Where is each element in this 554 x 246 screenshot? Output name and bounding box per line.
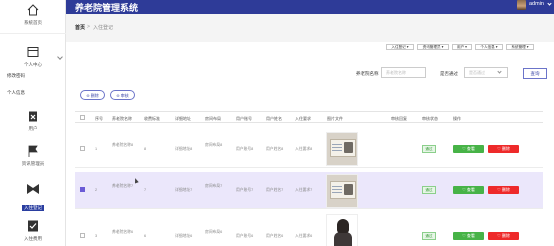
batch-delete-button[interactable]: ⊖ 删除 xyxy=(80,90,105,100)
row-requirement: 入住要求6 xyxy=(295,234,313,238)
search-review-select[interactable]: 是否通过 xyxy=(464,67,508,78)
delete-button[interactable]: ♡ 删除 xyxy=(488,145,519,153)
toolbar-menu-profile[interactable]: 个人信息 ▾ xyxy=(475,44,503,50)
column-header: 入住要求 xyxy=(295,116,311,121)
view-button[interactable]: ♡ 查看 xyxy=(453,232,484,240)
row-username: 用户姓名8 xyxy=(266,147,284,151)
column-header: 审核回复 xyxy=(391,116,407,121)
toolbar-menu-news-admin[interactable]: 资讯管理员 ▾ xyxy=(417,44,449,50)
checklist-icon xyxy=(28,220,38,232)
column-header: 序号 xyxy=(95,116,103,121)
toolbar-menu-system[interactable]: 系统管理 ▾ xyxy=(506,44,534,50)
toolbar-menu-checkin[interactable]: 入住登记 ▾ xyxy=(386,44,414,50)
column-header: 养老院名称 xyxy=(112,116,132,121)
status-badge: 通过 xyxy=(422,145,436,153)
clipboard-x-icon xyxy=(29,111,37,122)
row-username: 用户姓名7 xyxy=(266,188,284,192)
row-layout: 房间布局6 xyxy=(205,230,223,234)
row-layout: 房间布局8 xyxy=(205,143,223,147)
row-image-thumbnail[interactable] xyxy=(326,174,358,208)
row-address: 详细地址6 xyxy=(175,234,193,238)
row-address: 详细地址8 xyxy=(175,147,193,151)
column-header: 审核状态 xyxy=(422,116,438,121)
row-index: 1 xyxy=(95,147,98,151)
top-bar: 养老院管理系统 admin xyxy=(66,0,554,14)
column-header: 用户姓名 xyxy=(266,116,282,121)
column-header: 图片文件 xyxy=(327,116,343,121)
row-account: 用户账号8 xyxy=(236,147,254,151)
row-image-thumbnail[interactable] xyxy=(326,214,358,246)
sidebar-item-news-admin[interactable]: 资讯管理员 xyxy=(0,144,66,167)
toolbar-menu-users[interactable]: 用户 ▾ xyxy=(452,44,472,50)
sidebar-item-checkin[interactable]: 入住登记 xyxy=(0,182,66,214)
sidebar-item-label: 系统首页 xyxy=(24,20,42,25)
row-checkbox[interactable] xyxy=(80,146,85,151)
column-header: 操作 xyxy=(453,116,461,121)
sidebar-item-label: 入住登记 xyxy=(22,205,44,211)
row-username: 用户姓名6 xyxy=(266,234,284,238)
bowtie-icon xyxy=(27,184,39,194)
row-fee: 7 xyxy=(144,188,147,192)
column-header: 收费标准 xyxy=(144,116,160,121)
row-fee: 6 xyxy=(144,234,147,238)
delete-button[interactable]: ♡ 删除 xyxy=(488,232,519,240)
row-name: 养老院名称7 xyxy=(112,184,134,188)
view-button[interactable]: ♡ 查看 xyxy=(453,186,484,194)
search-name-label: 养老院名称 xyxy=(356,71,379,76)
flag-icon xyxy=(28,145,38,157)
batch-review-button[interactable]: ⊖ 审核 xyxy=(110,90,135,100)
row-layout: 房间布局7 xyxy=(205,184,223,188)
row-checkbox[interactable] xyxy=(80,233,85,238)
row-account: 用户账号7 xyxy=(236,188,254,192)
search-button[interactable]: 查询 xyxy=(523,68,547,79)
sidebar-item-fees[interactable]: 入住费用 xyxy=(0,219,66,242)
delete-button[interactable]: ♡ 删除 xyxy=(488,186,519,194)
row-name: 养老院名称6 xyxy=(112,230,134,234)
row-checkbox[interactable] xyxy=(80,187,85,192)
status-badge: 通过 xyxy=(422,232,436,240)
search-review-label: 是否通过 xyxy=(440,71,458,76)
row-name: 养老院名称8 xyxy=(112,143,134,147)
row-requirement: 入住要求7 xyxy=(295,188,313,192)
sidebar-item-label: 入住费用 xyxy=(24,236,42,241)
column-header: 房间布局 xyxy=(205,116,221,121)
row-index: 3 xyxy=(95,234,98,238)
sidebar-item-label: 用户 xyxy=(28,126,38,131)
sidebar-subitem-info[interactable]: 个人信息 xyxy=(7,90,25,96)
row-address: 详细地址7 xyxy=(175,188,193,192)
chevron-down-icon[interactable] xyxy=(547,1,552,6)
breadcrumb-current: 入住登记 xyxy=(93,25,114,31)
user-name[interactable]: admin xyxy=(529,1,544,7)
app-title: 养老院管理系统 xyxy=(75,3,139,13)
sidebar: 系统首页 个人中心 修改密码 个人信息 用户 资讯管理员 入住登记 入住费用 xyxy=(0,0,66,246)
sidebar-item-home[interactable]: 系统首页 xyxy=(0,3,66,26)
breadcrumb-separator: > xyxy=(87,24,90,30)
select-all-checkbox[interactable] xyxy=(80,115,85,120)
avatar[interactable] xyxy=(517,0,526,10)
sidebar-subitem-password[interactable]: 修改密码 xyxy=(7,73,25,79)
row-index: 2 xyxy=(95,188,98,192)
home-icon xyxy=(27,4,39,16)
sidebar-item-label: 资讯管理员 xyxy=(21,161,45,166)
column-header: 详细地址 xyxy=(175,116,191,121)
window-icon xyxy=(27,47,39,57)
row-fee: 8 xyxy=(144,147,147,151)
table-row[interactable] xyxy=(75,213,543,246)
search-name-input[interactable]: 养老院名称 xyxy=(381,67,426,78)
row-requirement: 入住要求8 xyxy=(295,147,313,151)
breadcrumb: 首页 > 入住登记 xyxy=(66,14,554,42)
sidebar-item-label: 个人中心 xyxy=(24,62,42,67)
status-badge: 通过 xyxy=(422,186,436,194)
row-account: 用户账号6 xyxy=(236,234,254,238)
column-header: 用户账号 xyxy=(236,116,252,121)
row-image-thumbnail[interactable] xyxy=(326,132,358,166)
sidebar-item-users[interactable]: 用户 xyxy=(0,109,66,132)
breadcrumb-home[interactable]: 首页 xyxy=(75,24,85,31)
view-button[interactable]: ♡ 查看 xyxy=(453,145,484,153)
